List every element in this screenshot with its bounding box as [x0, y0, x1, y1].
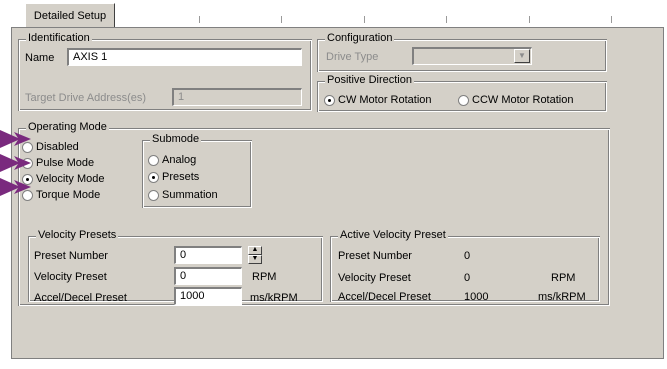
active-velocity-preset-value: 0 [464, 272, 471, 284]
positive-direction-title: Positive Direction [325, 74, 414, 87]
velocity-preset-label: Velocity Preset [34, 271, 107, 283]
cw-label: CW Motor Rotation [338, 94, 432, 106]
tab-strip: Detailed Setup [11, 3, 662, 28]
active-velocity-unit: RPM [551, 272, 576, 284]
callout-arrows [0, 130, 31, 196]
accel-decel-label: Accel/Decel Preset [34, 292, 127, 304]
identification-title: Identification [26, 32, 92, 45]
accel-unit: ms/kRPM [250, 292, 298, 304]
active-accel-decel-value: 1000 [464, 291, 489, 303]
submode-analog-radio[interactable] [148, 155, 159, 166]
mode-pulse-label: Pulse Mode [36, 157, 95, 169]
submode-summation-radio[interactable] [148, 190, 159, 201]
mode-velocity-label: Velocity Mode [36, 173, 105, 185]
active-accel-decel-label: Accel/Decel Preset [338, 291, 431, 303]
arrow-torque-mode-icon [0, 178, 31, 196]
target-drive-label: Target Drive Address(es) [25, 92, 147, 104]
spin-up-icon[interactable]: ▲ [248, 246, 262, 255]
mode-torque-label: Torque Mode [36, 189, 101, 201]
velocity-preset-field[interactable]: 0 [174, 267, 242, 285]
active-accel-unit: ms/kRPM [538, 291, 586, 303]
velocity-presets-title: Velocity Presets [36, 229, 119, 242]
velocity-unit: RPM [252, 271, 277, 283]
drive-type-label: Drive Type [326, 51, 379, 63]
preset-number-field[interactable]: 0 [174, 246, 242, 264]
ccw-label: CCW Motor Rotation [472, 94, 574, 106]
preset-number-label: Preset Number [34, 250, 108, 262]
mode-disabled-label: Disabled [36, 141, 79, 153]
configuration-title: Configuration [325, 32, 395, 45]
arrow-pulse-mode-icon [0, 130, 31, 148]
active-preset-number-label: Preset Number [338, 250, 412, 262]
name-label: Name [25, 52, 55, 64]
submode-presets-radio[interactable] [148, 172, 159, 183]
cw-radio[interactable] [324, 95, 335, 106]
target-drive-field[interactable]: 1 [172, 88, 302, 106]
active-velocity-preset-title: Active Velocity Preset [338, 229, 448, 242]
arrow-velocity-mode-icon [0, 154, 31, 172]
tab-detailed-setup[interactable]: Detailed Setup [25, 3, 115, 28]
operating-mode-title: Operating Mode [26, 121, 109, 134]
active-velocity-preset-label: Velocity Preset [338, 272, 411, 284]
submode-summation-label: Summation [162, 189, 218, 201]
submode-analog-label: Analog [162, 154, 197, 166]
spin-down-icon[interactable]: ▼ [248, 255, 262, 264]
detailed-setup-panel: Identification Name AXIS 1 Target Drive … [11, 27, 664, 359]
preset-number-spinner[interactable]: ▲ ▼ [248, 246, 262, 264]
accel-decel-field[interactable]: 1000 [174, 287, 242, 305]
active-preset-number-value: 0 [464, 250, 471, 262]
submode-title: Submode [150, 133, 202, 146]
ccw-radio[interactable] [458, 95, 469, 106]
name-field[interactable]: AXIS 1 [67, 48, 302, 66]
chevron-down-icon[interactable]: ▼ [514, 49, 530, 63]
submode-presets-label: Presets [162, 171, 200, 183]
